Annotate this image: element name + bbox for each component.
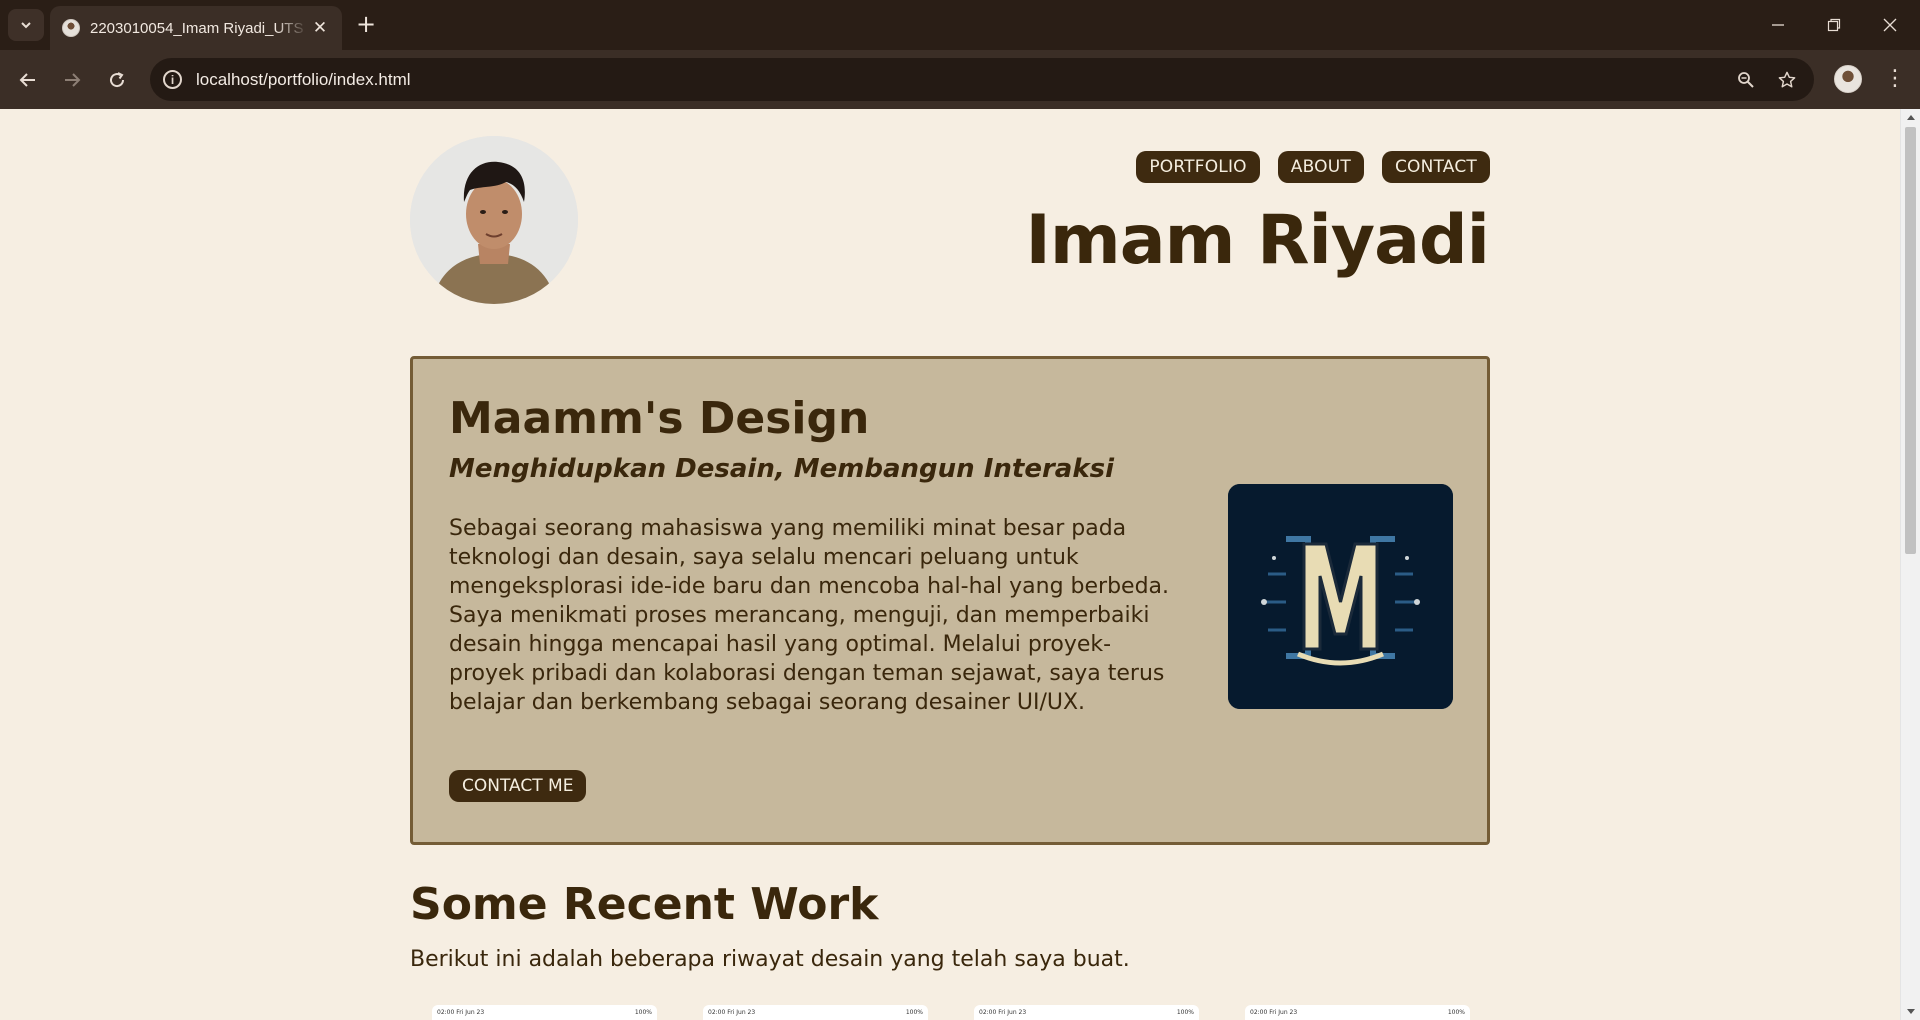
brand-logo: M [1228,484,1453,709]
page-scrollbar[interactable] [1900,109,1920,1020]
status-time: 02:00 Fri Jun 23 [1250,1009,1298,1016]
hero-card: Maamm's Design Menghidupkan Desain, Memb… [410,356,1490,845]
plus-icon[interactable]: + [352,11,380,39]
browser-toolbar: i localhost/portfolio/index.html ⋮ [0,50,1920,109]
url-text[interactable]: localhost/portfolio/index.html [196,70,411,90]
hero-tagline: Menghidupkan Desain, Membangun Interaksi [449,454,1115,484]
work-card-statusbar: 02:00 Fri Jun 23 100% [1250,1009,1465,1016]
scroll-thumb[interactable] [1905,127,1916,554]
status-battery: 100% [905,1009,923,1016]
back-arrow-icon[interactable] [11,63,45,97]
work-card-statusbar: 02:00 Fri Jun 23 100% [437,1009,652,1016]
work-card[interactable]: 02:00 Fri Jun 23 100% [1245,1005,1470,1020]
status-battery: 100% [1176,1009,1194,1016]
browser-tab[interactable]: 2203010054_Imam Riyadi_UTS Pemrograman W… [50,6,342,50]
forward-arrow-icon[interactable] [55,63,89,97]
site-info-icon[interactable]: i [163,70,182,89]
scroll-up-arrow-icon[interactable] [1907,115,1915,120]
status-time: 02:00 Fri Jun 23 [979,1009,1027,1016]
status-time: 02:00 Fri Jun 23 [708,1009,756,1016]
scroll-down-arrow-icon[interactable] [1907,1009,1915,1014]
profile-avatar[interactable] [1834,65,1862,93]
recent-work-title: Some Recent Work [410,879,879,930]
close-icon[interactable]: ✕ [310,18,330,38]
tab-favicon [62,19,80,37]
bookmark-star-icon[interactable] [1769,58,1805,101]
site-owner-name: Imam Riyadi [1025,201,1490,280]
minimize-icon[interactable] [1750,0,1806,50]
status-battery: 100% [634,1009,652,1016]
status-time: 02:00 Fri Jun 23 [437,1009,485,1016]
reload-icon[interactable] [100,63,134,97]
browser-tab-strip: 2203010054_Imam Riyadi_UTS Pemrograman W… [0,0,1920,50]
window-close-icon[interactable] [1862,0,1918,50]
tab-title: 2203010054_Imam Riyadi_UTS Pemrograman W… [90,19,308,37]
work-card-statusbar: 02:00 Fri Jun 23 100% [708,1009,923,1016]
zoom-icon[interactable] [1728,58,1764,101]
recent-work-subtitle: Berikut ini adalah beberapa riwayat desa… [410,947,1130,972]
restore-icon[interactable] [1806,0,1862,50]
hero-title: Maamm's Design [449,393,870,444]
work-card[interactable]: 02:00 Fri Jun 23 100% [432,1005,657,1020]
status-battery: 100% [1447,1009,1465,1016]
contact-me-button[interactable]: CONTACT ME [449,770,587,802]
address-bar[interactable]: i localhost/portfolio/index.html [150,58,1814,101]
work-card[interactable]: 02:00 Fri Jun 23 100% [974,1005,1199,1020]
main-nav: PORTFOLIO ABOUT CONTACT [1136,151,1490,183]
work-card-statusbar: 02:00 Fri Jun 23 100% [979,1009,1194,1016]
work-card[interactable]: 02:00 Fri Jun 23 100% [703,1005,928,1020]
recent-work-gallery: 02:00 Fri Jun 23 100% 02:00 Fri Jun 23 1… [432,1005,1470,1020]
profile-photo [410,136,578,304]
nav-contact[interactable]: CONTACT [1381,151,1490,183]
nav-portfolio[interactable]: PORTFOLIO [1136,151,1260,183]
page-viewport: PORTFOLIO ABOUT CONTACT Imam Riyadi Maam… [0,109,1900,1020]
tab-search-icon[interactable] [8,9,44,41]
nav-about[interactable]: ABOUT [1277,151,1364,183]
hero-description: Sebagai seorang mahasiswa yang memiliki … [449,516,1170,715]
more-menu-icon[interactable]: ⋮ [1880,63,1910,95]
